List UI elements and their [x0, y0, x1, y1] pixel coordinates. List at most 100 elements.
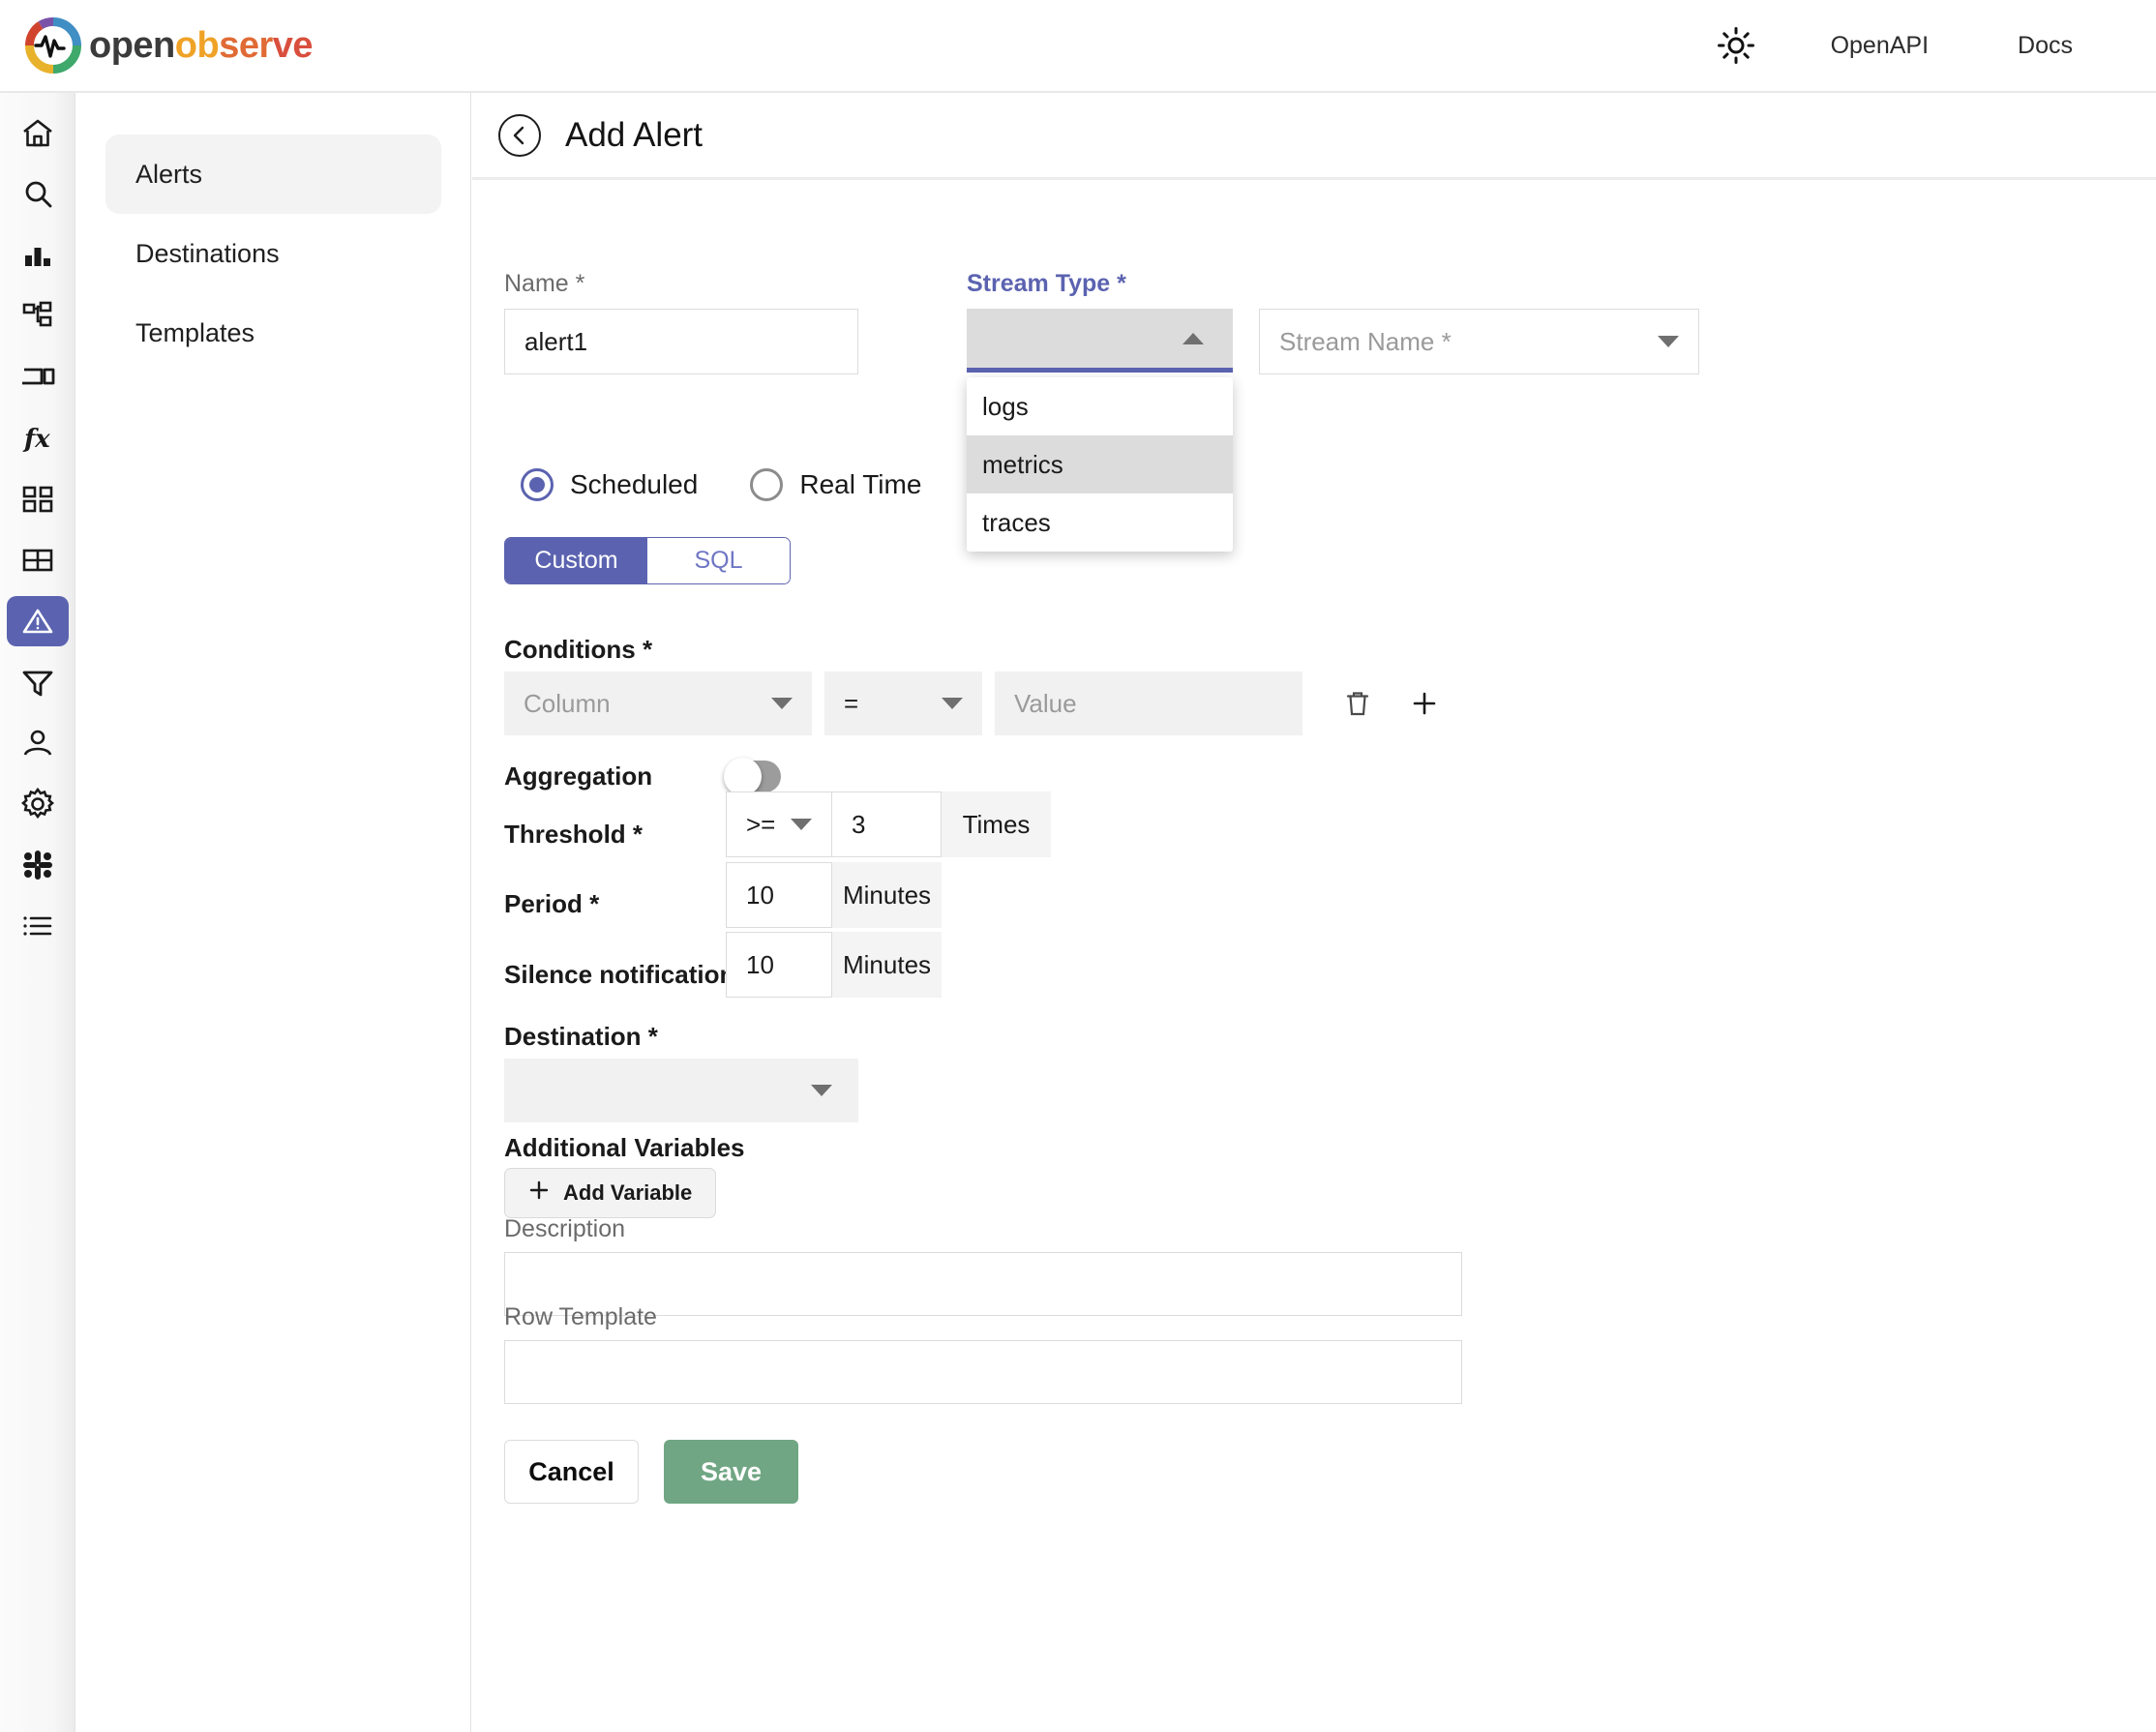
- name-label: Name *: [504, 270, 584, 298]
- icon-rail: fx: [0, 93, 75, 1732]
- caret-down-icon: [942, 698, 963, 709]
- rail-item-about[interactable]: [7, 901, 69, 951]
- destination-label: Destination *: [504, 1022, 658, 1052]
- threshold-operator-select[interactable]: >=: [726, 791, 832, 857]
- condition-value-placeholder: Value: [1014, 689, 1077, 719]
- aggregation-toggle[interactable]: [726, 761, 781, 792]
- brand-logo-group[interactable]: openobserve: [23, 15, 313, 75]
- condition-value-input[interactable]: Value: [995, 672, 1303, 735]
- openapi-link[interactable]: OpenAPI: [1786, 32, 1973, 60]
- sidebar-item-destinations[interactable]: Destinations: [105, 214, 441, 293]
- form-actions: Cancel Save: [504, 1440, 798, 1504]
- top-bar-right: OpenAPI Docs: [1709, 18, 2156, 73]
- add-variable-label: Add Variable: [563, 1180, 692, 1206]
- rail-item-traces[interactable]: [7, 291, 69, 342]
- radio-label: Scheduled: [570, 469, 698, 500]
- destination-select[interactable]: [504, 1059, 858, 1122]
- stream-type-dropdown-menu: logs metrics traces: [967, 377, 1233, 552]
- threshold-unit: Times: [942, 791, 1051, 857]
- rail-item-alerts[interactable]: [7, 596, 69, 646]
- chevron-left-circle-icon[interactable]: [498, 114, 541, 157]
- stream-type-select[interactable]: [967, 309, 1233, 373]
- aggregation-label: Aggregation: [504, 761, 652, 791]
- plus-icon[interactable]: [1403, 682, 1446, 725]
- rail-item-dashboards[interactable]: [7, 474, 69, 524]
- alerts-subnav: Alerts Destinations Templates: [76, 93, 471, 1732]
- stream-type-label: Stream Type *: [967, 270, 1126, 298]
- period-unit: Minutes: [832, 862, 942, 928]
- plus-icon: [528, 1180, 550, 1207]
- sidebar-item-label: Destinations: [135, 239, 280, 269]
- silence-unit-label: Minutes: [843, 950, 931, 980]
- sun-icon[interactable]: [1709, 18, 1763, 73]
- rail-item-search[interactable]: [7, 169, 69, 220]
- silence-value-input[interactable]: 10: [726, 932, 832, 998]
- rail-item-metrics[interactable]: [7, 230, 69, 281]
- radio-indicator: [521, 468, 554, 501]
- silence-value: 10: [746, 950, 774, 980]
- sidebar-item-templates[interactable]: Templates: [105, 293, 441, 373]
- radio-scheduled[interactable]: Scheduled: [504, 468, 698, 501]
- threshold-operator-value: >=: [746, 810, 775, 840]
- option-label: traces: [982, 508, 1051, 538]
- period-value-input[interactable]: 10: [726, 862, 832, 928]
- svg-text:fx: fx: [22, 425, 50, 454]
- threshold-label: Threshold *: [504, 820, 643, 850]
- condition-operator-select[interactable]: =: [824, 672, 982, 735]
- add-variable-button[interactable]: Add Variable: [504, 1168, 716, 1218]
- caret-down-icon: [791, 819, 812, 830]
- rail-item-rum[interactable]: [7, 352, 69, 403]
- row-template-input[interactable]: [504, 1340, 1462, 1404]
- trash-icon[interactable]: [1336, 682, 1379, 725]
- threshold-value-input[interactable]: 3: [832, 791, 942, 857]
- page-header: Add Alert: [472, 93, 2156, 180]
- condition-column-select[interactable]: Column: [504, 672, 812, 735]
- page-title: Add Alert: [565, 116, 703, 155]
- radio-label: Real Time: [799, 469, 921, 500]
- brand-name: openobserve: [89, 25, 313, 67]
- option-label: metrics: [982, 450, 1063, 480]
- rail-item-functions[interactable]: fx: [7, 413, 69, 463]
- rail-item-pipelines[interactable]: [7, 657, 69, 707]
- period-value: 10: [746, 881, 774, 911]
- description-label: Description: [504, 1215, 625, 1243]
- silence-unit: Minutes: [832, 932, 942, 998]
- query-mode-toggle: Custom SQL: [504, 537, 791, 584]
- rail-item-streams[interactable]: [7, 535, 69, 585]
- radio-real-time[interactable]: Real Time: [734, 468, 921, 501]
- condition-row: Column = Value: [504, 672, 1446, 735]
- rail-item-slack[interactable]: [7, 840, 69, 890]
- option-label: logs: [982, 392, 1029, 422]
- additional-variables-label: Additional Variables: [504, 1133, 745, 1163]
- brand-text-open: open: [89, 25, 175, 66]
- brand-text-ve: ve: [273, 25, 313, 66]
- name-input[interactable]: alert1: [504, 309, 858, 374]
- period-label: Period *: [504, 889, 599, 919]
- period-unit-label: Minutes: [843, 881, 931, 911]
- stream-type-option-metrics[interactable]: metrics: [967, 435, 1233, 493]
- threshold-unit-label: Times: [963, 810, 1031, 840]
- stream-type-option-traces[interactable]: traces: [967, 493, 1233, 552]
- sidebar-item-alerts[interactable]: Alerts: [105, 134, 441, 214]
- brand-text-ob: ob: [175, 25, 219, 66]
- save-button[interactable]: Save: [664, 1440, 798, 1504]
- brand-text-ser: ser: [219, 25, 273, 66]
- caret-down-icon: [1658, 336, 1679, 347]
- stream-name-placeholder: Stream Name *: [1279, 327, 1452, 357]
- stream-name-select[interactable]: Stream Name *: [1259, 309, 1699, 374]
- cancel-button[interactable]: Cancel: [504, 1440, 639, 1504]
- threshold-value: 3: [852, 810, 865, 840]
- caret-up-icon: [1183, 333, 1204, 344]
- docs-link[interactable]: Docs: [1973, 32, 2117, 60]
- rail-item-users[interactable]: [7, 718, 69, 768]
- main-content: Add Alert Name * alert1 Stream Type * lo…: [472, 93, 2156, 1732]
- rail-item-settings[interactable]: [7, 779, 69, 829]
- tab-custom[interactable]: Custom: [505, 538, 647, 583]
- rail-item-home[interactable]: [7, 108, 69, 159]
- stream-type-option-logs[interactable]: logs: [967, 377, 1233, 435]
- radio-indicator: [750, 468, 783, 501]
- condition-column-placeholder: Column: [524, 689, 611, 719]
- caret-down-icon: [811, 1085, 832, 1096]
- tab-sql[interactable]: SQL: [647, 538, 790, 583]
- openobserve-pulse-logo: [23, 15, 83, 75]
